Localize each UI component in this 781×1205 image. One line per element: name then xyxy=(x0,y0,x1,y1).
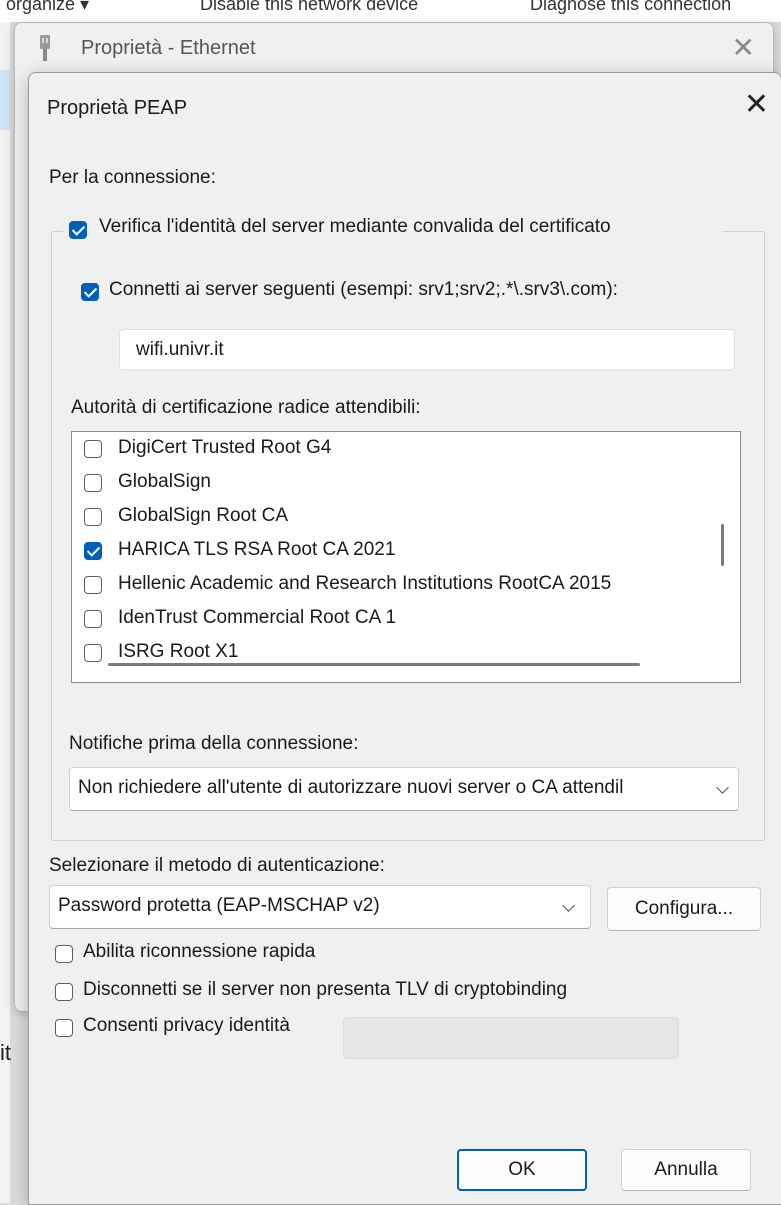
ca-label: ISRG Root X1 xyxy=(118,641,239,662)
ethernet-titlebar: Proprietà - Ethernet ✕ xyxy=(15,23,773,73)
ca-list-item[interactable]: IdenTrust Commercial Root CA 1 xyxy=(72,602,702,636)
chevron-down-icon xyxy=(716,781,729,794)
disconnect-tlv-label: Disconnetti se il server non presenta TL… xyxy=(83,979,568,1000)
ca-label: DigiCert Trusted Root G4 xyxy=(118,437,332,458)
cancel-button[interactable]: Annulla xyxy=(621,1149,751,1191)
bg-toolbar-diagnose: Diagnose this connection xyxy=(530,0,732,14)
fast-reconnect-checkbox[interactable] xyxy=(55,945,73,963)
disconnect-tlv-checkbox[interactable] xyxy=(55,983,73,1001)
notifications-label: Notifiche prima della connessione: xyxy=(69,733,359,754)
ca-checkbox[interactable] xyxy=(84,576,102,594)
ca-list-item[interactable]: Hellenic Academic and Research Instituti… xyxy=(72,568,702,602)
background-toolbar: organize ▾ Disable this network device D… xyxy=(0,0,781,22)
peap-dialog-title: Proprietà PEAP xyxy=(47,97,188,119)
ca-checkbox[interactable] xyxy=(84,610,102,628)
ca-label: IdenTrust Commercial Root CA 1 xyxy=(118,607,397,628)
ca-list-item[interactable]: GlobalSign xyxy=(72,466,702,500)
ok-button[interactable]: OK xyxy=(457,1149,587,1191)
trusted-ca-list[interactable]: DigiCert Trusted Root G4 GlobalSign Glob… xyxy=(71,431,741,683)
bg-toolbar-disable: Disable this network device xyxy=(200,0,419,14)
ca-label: Hellenic Academic and Research Instituti… xyxy=(118,573,612,594)
auth-method-label: Selezionare il metodo di autenticazione: xyxy=(49,855,385,876)
background-text-fragment: it xyxy=(0,1040,11,1065)
ca-list-item[interactable]: HARICA TLS RSA Root CA 2021 xyxy=(72,534,702,568)
ca-checkbox[interactable] xyxy=(84,644,102,662)
identity-privacy-checkbox[interactable] xyxy=(55,1019,73,1037)
ethernet-window-title: Proprietà - Ethernet xyxy=(81,37,256,59)
verify-server-checkbox[interactable] xyxy=(69,221,87,239)
ca-list-item[interactable]: GlobalSign Root CA xyxy=(72,500,702,534)
bg-selected-item xyxy=(0,70,10,130)
ethernet-close-button[interactable]: ✕ xyxy=(732,31,755,64)
configure-button[interactable]: Configura... xyxy=(607,887,761,931)
servers-textbox[interactable] xyxy=(119,329,735,371)
network-adapter-icon xyxy=(40,35,50,61)
trusted-ca-label: Autorità di certificazione radice attend… xyxy=(71,397,421,418)
bg-toolbar-organize: organize ▾ xyxy=(6,0,90,14)
horizontal-scrollbar-thumb[interactable] xyxy=(108,663,640,666)
chevron-down-icon xyxy=(562,899,575,912)
ca-label: GlobalSign Root CA xyxy=(118,505,289,526)
peap-properties-dialog: Proprietà PEAP ✕ Per la connessione: Ver… xyxy=(28,72,781,1205)
connect-servers-checkbox[interactable] xyxy=(81,283,99,301)
peap-close-button[interactable]: ✕ xyxy=(744,87,769,122)
ca-checkbox[interactable] xyxy=(84,440,102,458)
connection-section-label: Per la connessione: xyxy=(49,167,216,188)
ca-label: HARICA TLS RSA Root CA 2021 xyxy=(118,539,396,560)
background-explorer-edge xyxy=(0,22,10,1203)
ca-list-item[interactable]: DigiCert Trusted Root G4 xyxy=(72,432,702,466)
verify-server-row: Verifica l'identità del server mediante … xyxy=(63,215,723,245)
servers-input[interactable] xyxy=(120,330,734,369)
verify-server-label: Verifica l'identità del server mediante … xyxy=(99,216,611,237)
identity-privacy-field xyxy=(343,1017,679,1059)
ca-checkbox[interactable] xyxy=(84,474,102,492)
fast-reconnect-label: Abilita riconnessione rapida xyxy=(83,941,316,962)
identity-privacy-label: Consenti privacy identità xyxy=(83,1015,290,1036)
ca-label: GlobalSign xyxy=(118,471,211,492)
ca-checkbox[interactable] xyxy=(84,508,102,526)
notifications-selected-value: Non richiedere all'utente di autorizzare… xyxy=(78,777,624,798)
auth-method-dropdown[interactable]: Password protetta (EAP-MSCHAP v2) xyxy=(49,885,591,929)
auth-method-selected-value: Password protetta (EAP-MSCHAP v2) xyxy=(58,895,380,916)
ca-checkbox[interactable] xyxy=(84,542,102,560)
vertical-scrollbar-thumb[interactable] xyxy=(721,524,724,566)
connect-servers-label: Connetti ai server seguenti (esempi: srv… xyxy=(109,279,618,300)
notifications-dropdown[interactable]: Non richiedere all'utente di autorizzare… xyxy=(69,767,739,811)
